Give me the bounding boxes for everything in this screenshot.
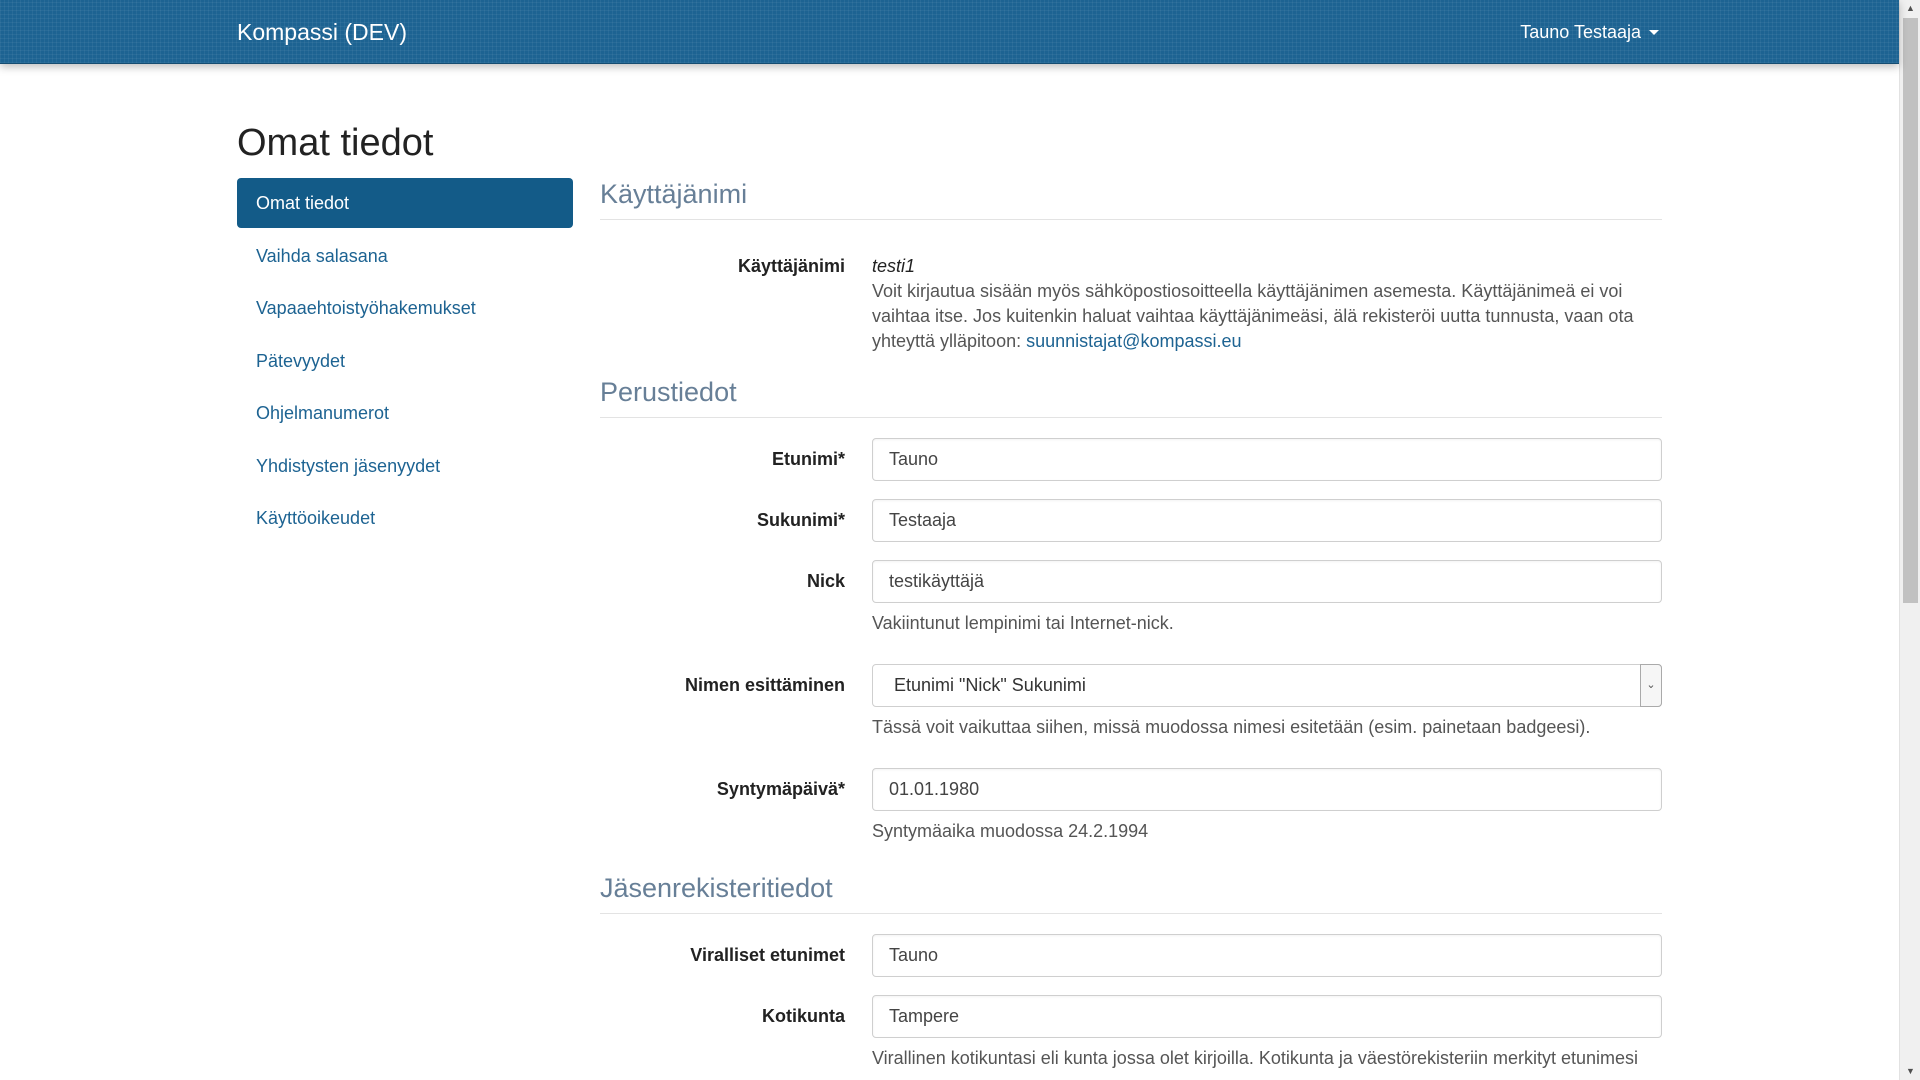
nick-row: Nick Vakiintunut lempinimi tai Internet-… [600,560,1662,636]
name-display-help: Tässä voit vaikuttaa siihen, missä muodo… [872,717,1591,737]
official-first-names-input[interactable] [872,934,1662,977]
birth-date-input[interactable] [872,768,1662,811]
official-first-names-label: Viralliset etunimet [690,945,845,965]
sidebar-item-omat-tiedot[interactable]: Omat tiedot [237,178,573,228]
user-name: Tauno Testaaja [1520,22,1641,42]
municipality-help: Virallinen kotikuntasi eli kunta jossa o… [872,1048,1639,1068]
caret-down-icon [1649,30,1659,35]
municipality-row: Kotikunta Virallinen kotikuntasi eli kun… [600,995,1662,1071]
page-title: Omat tiedot [237,122,434,164]
municipality-input[interactable] [872,995,1662,1038]
official-first-names-row: Viralliset etunimet [600,934,1662,977]
surname-input[interactable] [872,499,1662,542]
sidebar-item-memberships[interactable]: Yhdistysten jäsenyydet [237,441,573,491]
username-value: testi1 [872,256,916,276]
birth-date-label: Syntymäpäivä* [716,779,845,799]
nick-help: Vakiintunut lempinimi tai Internet-nick. [872,613,1174,633]
nick-input[interactable] [872,560,1662,603]
chevron-down-icon[interactable]: ⌄ [1640,664,1662,707]
sidebar-item-qualifications[interactable]: Pätevyydet [237,336,573,386]
top-navbar: Kompassi (DEV) Tauno Testaaja [0,0,1899,64]
username-help-text: Voit kirjautua sisään myös sähköpostioso… [872,281,1634,351]
first-name-input[interactable] [872,438,1662,481]
scrollbar-thumb[interactable] [1903,18,1918,603]
birth-date-help: Syntymäaika muodossa 24.2.1994 [872,821,1149,841]
sidebar-item-vaihda-salasana[interactable]: Vaihda salasana [237,231,573,281]
first-name-label: Etunimi* [771,449,845,469]
page-scrollbar[interactable]: ▲ ▼ [1899,0,1920,1080]
profile-form: Käyttäjänimi Käyttäjänimi testi1 Voit ki… [600,175,1662,1071]
name-display-label: Nimen esittäminen [684,675,845,695]
municipality-label: Kotikunta [762,1006,845,1026]
name-display-selected-value: Etunimi "Nick" Sukunimi [872,664,1662,707]
user-menu-dropdown[interactable]: Tauno Testaaja [1520,0,1659,64]
profile-sidebar-nav: Omat tiedot Vaihda salasana Vapaaehtoist… [237,178,573,546]
scroll-up-arrow-icon[interactable]: ▲ [1900,0,1920,17]
member-register-section-heading: Jäsenrekisteritiedot [600,869,1662,914]
admin-email-link[interactable]: suunnistajat@kompassi.eu [1026,331,1241,351]
first-name-row: Etunimi* [600,438,1662,481]
username-help: Voit kirjautua sisään myös sähköpostioso… [872,279,1662,354]
username-section-heading: Käyttäjänimi [600,175,1662,220]
basic-info-section-heading: Perustiedot [600,373,1662,418]
name-display-row: Nimen esittäminen Etunimi "Nick" Sukunim… [600,664,1662,740]
brand-link[interactable]: Kompassi (DEV) [237,0,407,64]
username-label: Käyttäjänimi [737,256,845,276]
username-row: Käyttäjänimi testi1 Voit kirjautua sisää… [600,254,1662,354]
nick-label: Nick [806,571,845,591]
name-display-select[interactable]: Etunimi "Nick" Sukunimi ⌄ [872,664,1662,707]
scroll-down-arrow-icon[interactable]: ▼ [1900,1063,1920,1080]
birth-date-row: Syntymäpäivä* Syntymäaika muodossa 24.2.… [600,768,1662,844]
sidebar-item-access-rights[interactable]: Käyttöoikeudet [237,493,573,543]
surname-label: Sukunimi* [756,510,845,530]
sidebar-item-volunteer-applications[interactable]: Vapaaehtoistyöhakemukset [237,283,573,333]
sidebar-item-programmes[interactable]: Ohjelmanumerot [237,388,573,438]
surname-row: Sukunimi* [600,499,1662,542]
